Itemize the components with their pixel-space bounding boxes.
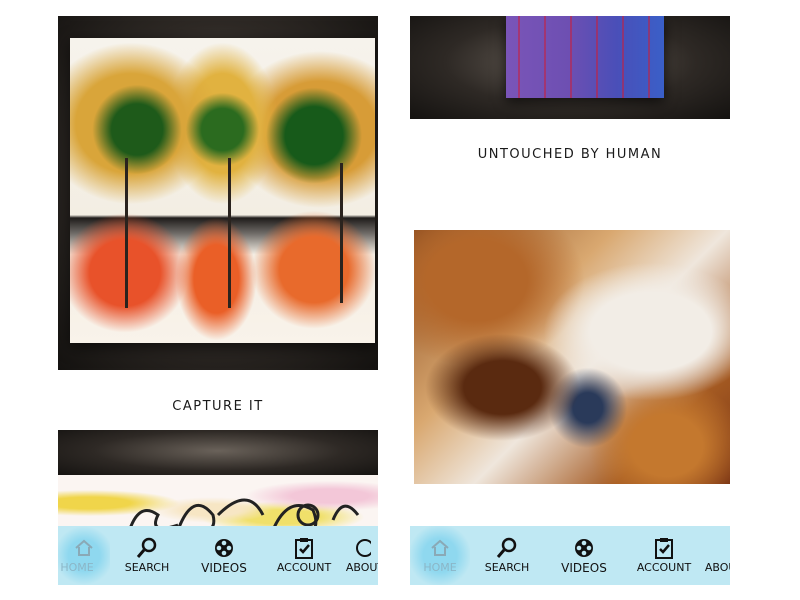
tab-label: ACCOUNT: [276, 561, 332, 574]
tab-home[interactable]: HOME: [410, 526, 470, 585]
artwork-title[interactable]: UNTOUCHED BY HUMAN: [410, 147, 730, 162]
tab-account[interactable]: ACCOUNT: [264, 526, 344, 585]
artwork-title[interactable]: CAPTURE IT: [58, 399, 378, 414]
tab-label: VIDEOS: [561, 560, 607, 575]
gallery-wall: [58, 430, 378, 476]
tab-videos[interactable]: VIDEOS: [184, 526, 264, 585]
film-reel-icon: [573, 537, 595, 559]
tab-label: ABOUT: [345, 561, 378, 574]
tab-label: ACCOUNT: [636, 561, 692, 574]
tab-account[interactable]: ACCOUNT: [624, 526, 704, 585]
tab-search[interactable]: SEARCH: [110, 526, 184, 585]
tab-label: HOME: [423, 561, 457, 574]
clipboard-check-icon: [294, 537, 314, 559]
clipboard-check-icon: [654, 537, 674, 559]
tab-label: HOME: [60, 561, 94, 574]
right-screen: UNTOUCHED BY HUMAN HOME SEARCH VIDEOS AC…: [410, 16, 730, 585]
tab-label: ABOUT: [704, 561, 730, 574]
tab-videos[interactable]: VIDEOS: [544, 526, 624, 585]
film-reel-icon: [213, 537, 235, 559]
tab-search[interactable]: SEARCH: [470, 526, 544, 585]
tab-home[interactable]: HOME: [58, 526, 110, 585]
home-icon: [430, 537, 450, 559]
info-icon: [351, 537, 371, 559]
tab-about[interactable]: ABOUT: [704, 526, 730, 585]
tab-label: SEARCH: [124, 561, 170, 574]
painting-purple-drips[interactable]: [506, 16, 664, 98]
painting-three-trees[interactable]: [70, 38, 375, 343]
search-icon: [136, 537, 158, 559]
search-icon: [496, 537, 518, 559]
home-icon: [74, 537, 94, 559]
bottom-tab-bar: HOME SEARCH VIDEOS ACCOUNT ABOUT: [58, 526, 378, 585]
left-screen: CAPTURE IT HOME SEARCH VIDEOS ACCOUNT AB…: [58, 16, 378, 585]
tab-label: SEARCH: [484, 561, 530, 574]
bottom-tab-bar: HOME SEARCH VIDEOS ACCOUNT ABOUT: [410, 526, 730, 585]
tab-about[interactable]: ABOUT: [344, 526, 378, 585]
tab-label: VIDEOS: [201, 560, 247, 575]
painting-abstract-texture[interactable]: [414, 230, 730, 484]
